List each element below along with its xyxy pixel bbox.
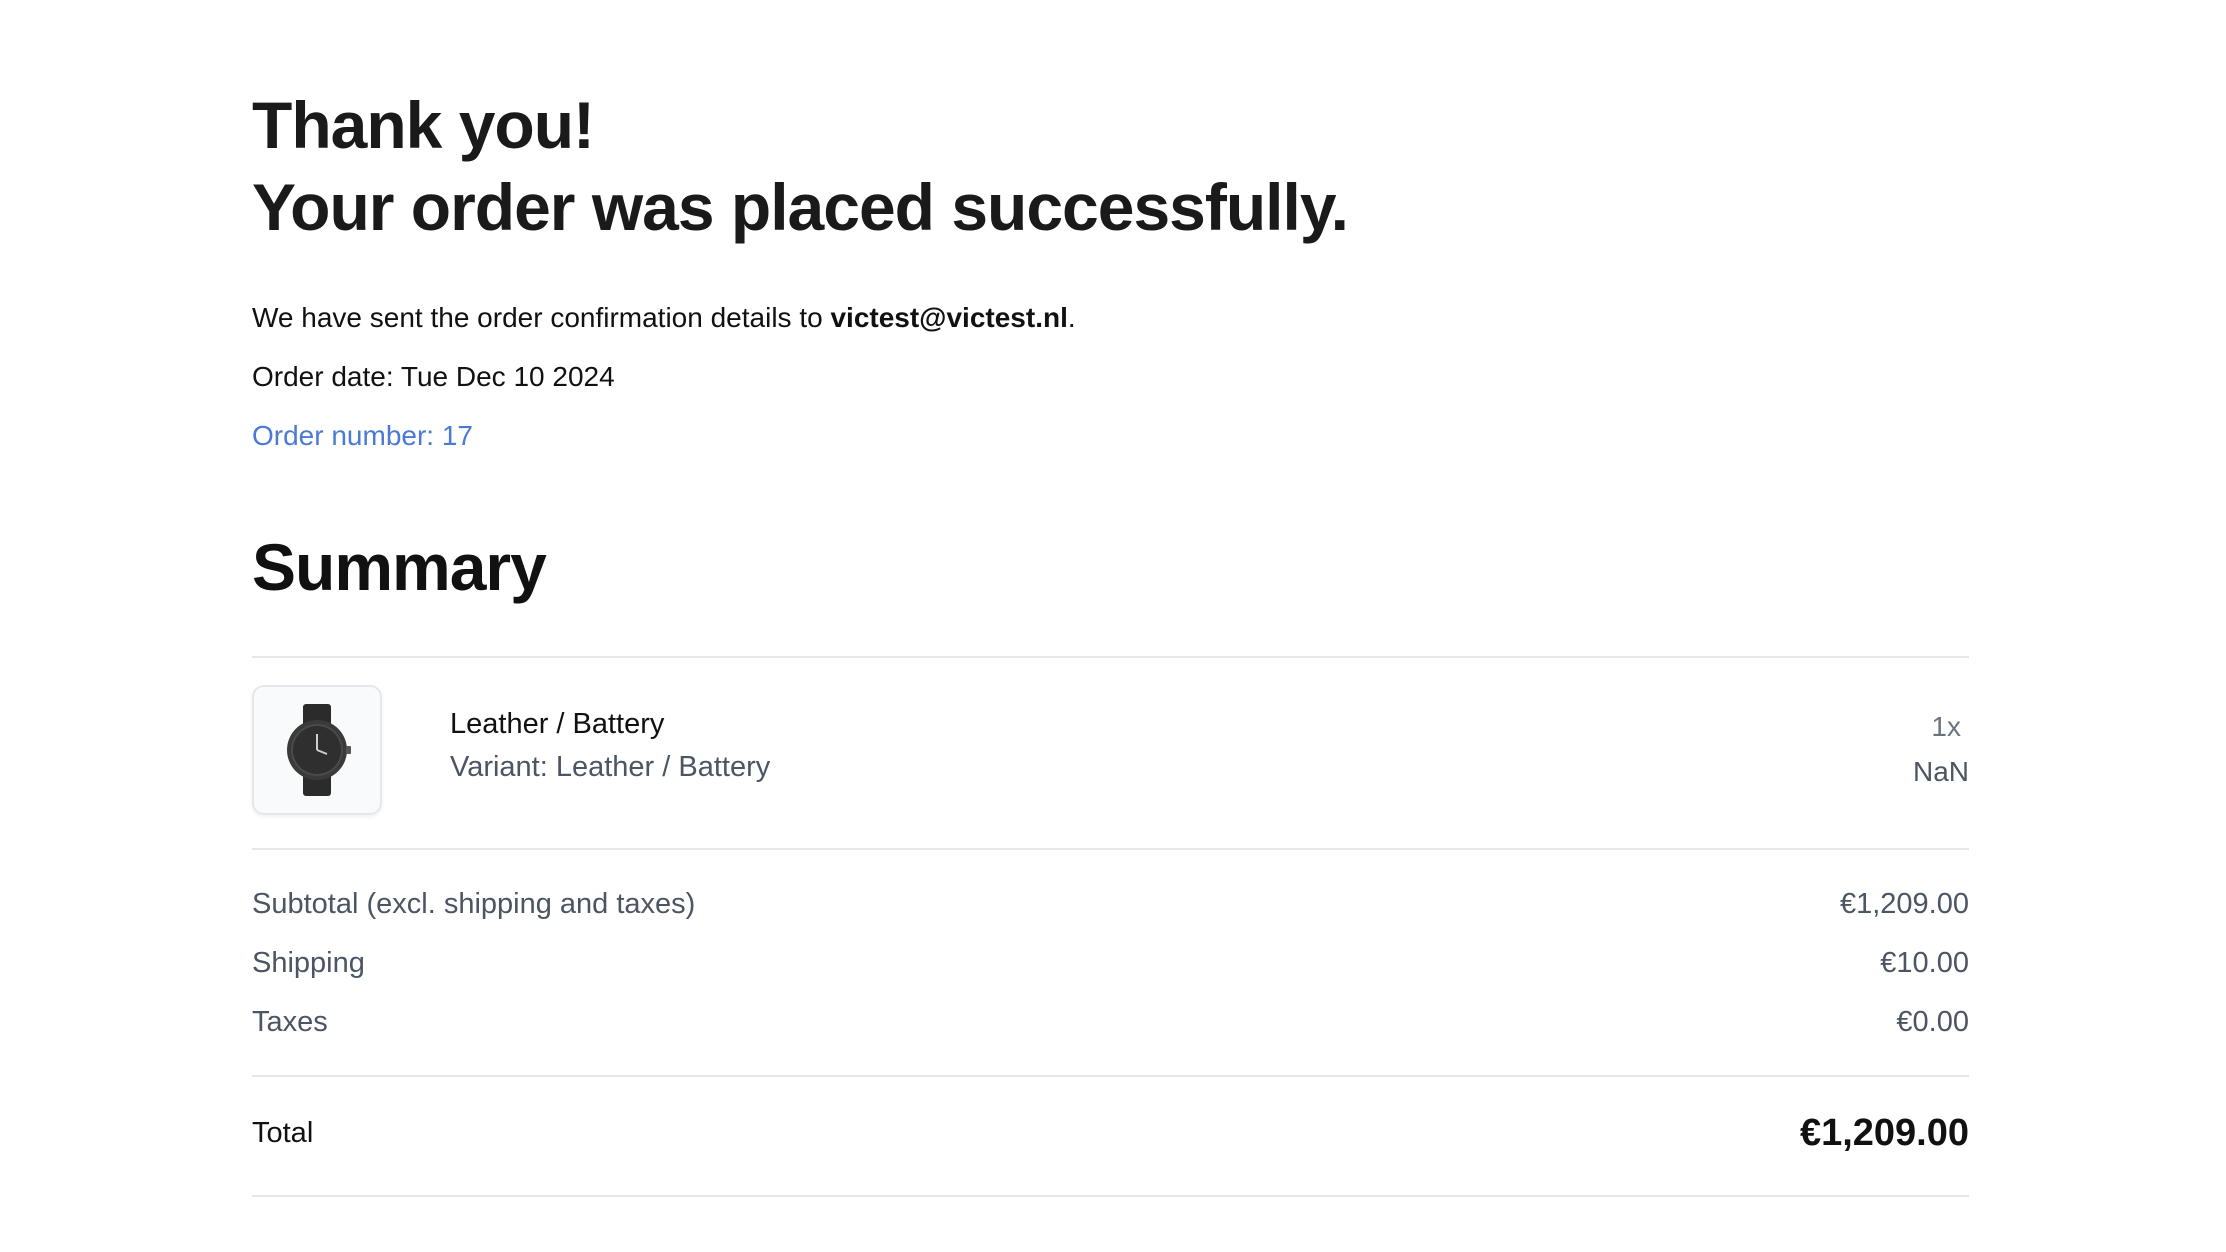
product-variant: Variant: Leather / Battery (450, 751, 771, 783)
watch-icon (287, 704, 351, 796)
taxes-label: Taxes (252, 1006, 328, 1038)
confirmation-suffix: . (1067, 302, 1076, 333)
order-number: Order number: 17 (252, 420, 473, 451)
subtotal-label: Subtotal (excl. shipping and taxes) (252, 888, 696, 920)
taxes-value: €0.00 (1896, 1006, 1969, 1038)
product-quantity: 1x (1931, 711, 1961, 742)
title-order-placed: Your order was placed successfully. (252, 170, 1349, 244)
divider (252, 1195, 1969, 1197)
confirmation-message: We have sent the order confirmation deta… (252, 300, 1076, 336)
divider (252, 1075, 1969, 1077)
divider (252, 656, 1969, 658)
confirmation-email: victest@victest.nl (830, 302, 1068, 333)
product-price: NaN (1912, 756, 1969, 787)
shipping-value: €10.00 (1880, 947, 1969, 979)
divider (252, 848, 1969, 850)
total-value: €1,209.00 (1799, 1112, 1969, 1154)
confirmation-prefix: We have sent the order confirmation deta… (252, 302, 831, 333)
total-label: Total (252, 1117, 314, 1149)
shipping-label: Shipping (252, 947, 365, 979)
order-date: Order date: Tue Dec 10 2024 (252, 361, 615, 392)
subtotal-value: €1,209.00 (1839, 888, 1969, 920)
summary-title: Summary (252, 530, 547, 604)
product-title: Leather / Battery (450, 708, 665, 740)
page-title: Thank you! Your order was placed success… (252, 84, 1349, 248)
title-thank-you: Thank you! (252, 88, 595, 162)
product-thumbnail (252, 685, 382, 815)
